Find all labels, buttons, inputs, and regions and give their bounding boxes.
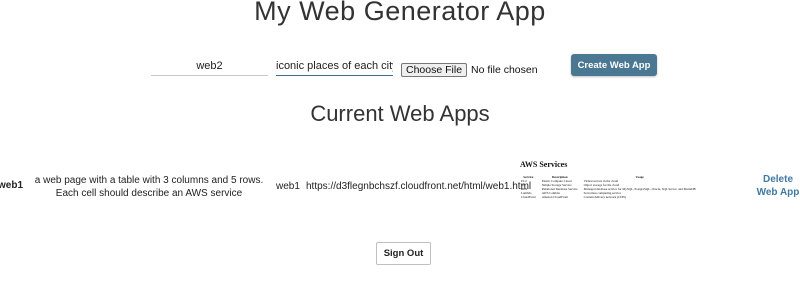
delete-web-app-button[interactable]: Delete Web App bbox=[752, 173, 800, 199]
delete-label-line2: Web App bbox=[756, 187, 800, 198]
create-web-app-button[interactable]: Create Web App bbox=[571, 54, 657, 76]
preview-table: Service Description Usage EC2 Elastic Co… bbox=[518, 175, 699, 199]
choose-file-button[interactable]: Choose File bbox=[401, 63, 468, 77]
preview-cell: CloudFront bbox=[521, 195, 536, 199]
web-app-description: a web page with a table with 3 columns a… bbox=[34, 175, 264, 199]
web-app-url[interactable]: https://d3flegnbchszf.cloudfront.net/htm… bbox=[306, 181, 531, 192]
web-app-preview: AWS Services Service Description Usage E… bbox=[506, 158, 746, 218]
web-app-description-input[interactable] bbox=[276, 57, 393, 76]
file-upload: Choose File No file chosen bbox=[401, 63, 538, 77]
web-app-name: web1 bbox=[0, 180, 24, 191]
page-title: My Web Generator App bbox=[254, 0, 546, 26]
delete-label-line1: Delete bbox=[762, 174, 793, 185]
preview-cell: Amazon CloudFront bbox=[541, 195, 568, 199]
web-app-name-input[interactable] bbox=[151, 57, 268, 76]
preview-row: CloudFront Amazon CloudFront Content del… bbox=[518, 195, 699, 199]
sign-out-button[interactable]: Sign Out bbox=[376, 242, 431, 265]
preview-title: AWS Services bbox=[520, 160, 568, 169]
preview-cell: Content delivery network (CDN) bbox=[583, 195, 626, 199]
web-app-id: web1 bbox=[276, 181, 300, 192]
current-web-apps-heading: Current Web Apps bbox=[310, 101, 490, 126]
file-status-text: No file chosen bbox=[471, 64, 538, 76]
